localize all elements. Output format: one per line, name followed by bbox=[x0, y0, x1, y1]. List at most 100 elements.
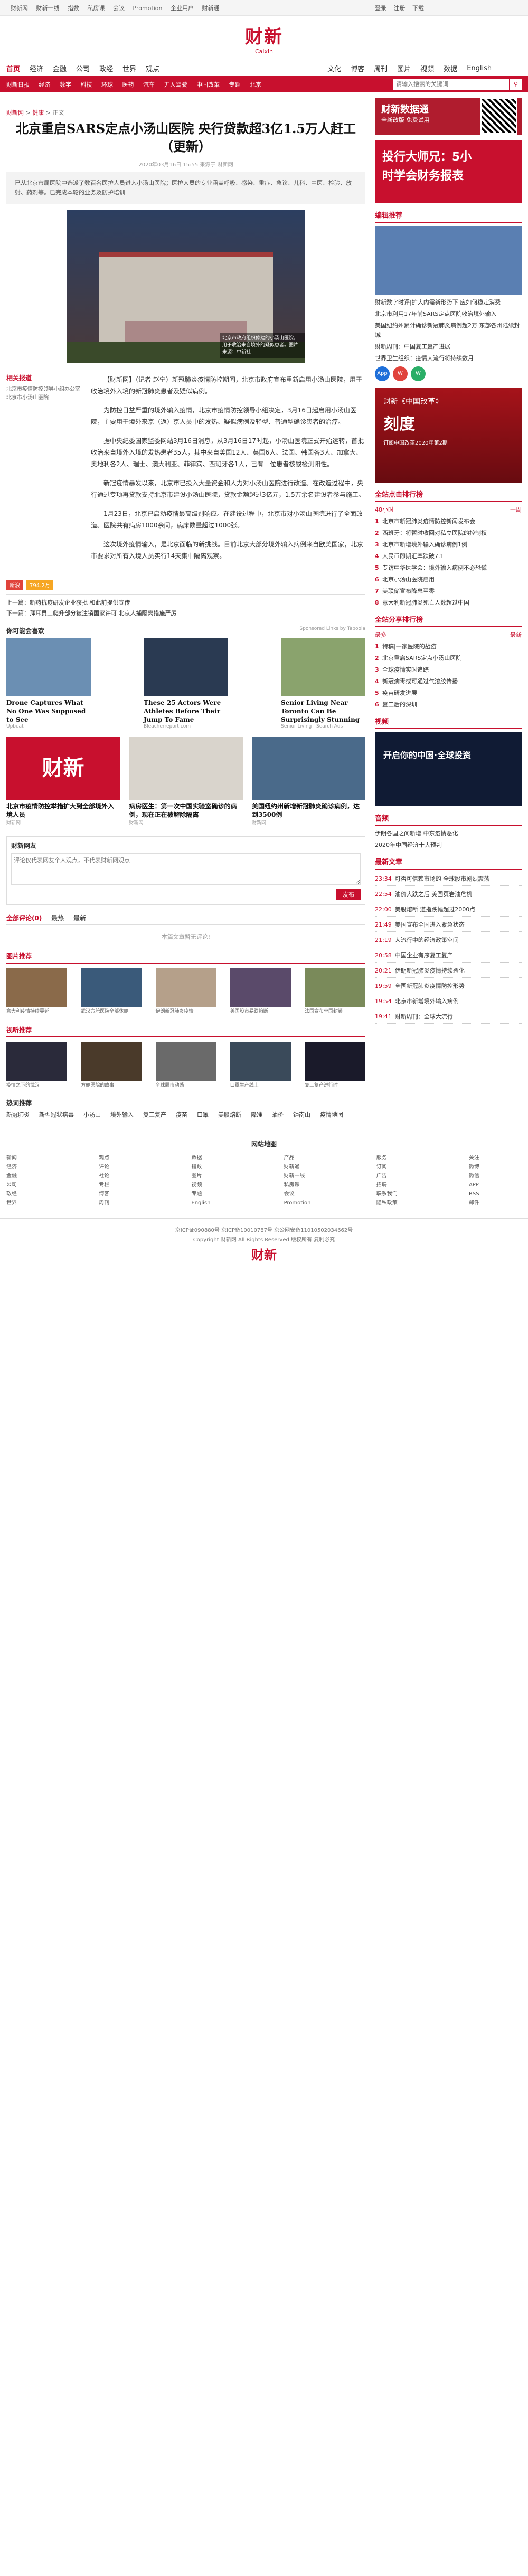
app-icon[interactable]: App bbox=[375, 366, 390, 381]
sponsored-card[interactable]: Drone Captures What No One Was Supposed … bbox=[6, 638, 91, 729]
keyword-link[interactable]: 新型冠状病毒 bbox=[39, 1110, 74, 1119]
subnav-driverless[interactable]: 无人驾驶 bbox=[164, 81, 187, 88]
top-link-index[interactable]: 指数 bbox=[68, 5, 79, 12]
top-link-class[interactable]: 私房课 bbox=[88, 5, 105, 12]
tab-hot-comments[interactable]: 最热 bbox=[51, 914, 64, 922]
nav-companies[interactable]: 公司 bbox=[76, 63, 90, 73]
next-article-link[interactable]: 下一篇：拜耳员工爬升部分被注销国家许可 北京人捕隔离措施严厉 bbox=[6, 608, 365, 619]
keyword-link[interactable]: 美股熔断 bbox=[218, 1110, 241, 1119]
ranking-item[interactable]: 6 北京小汤山医院启用 bbox=[375, 575, 522, 584]
latest-item[interactable]: 19:54 北京市新增境外输入病例 bbox=[375, 995, 522, 1008]
search-icon[interactable]: ⚲ bbox=[510, 79, 522, 90]
sponsored-card[interactable]: These 25 Actors Were Athletes Before The… bbox=[144, 638, 228, 729]
gallery-item[interactable]: 伊朗新冠肺炎疫情 bbox=[155, 968, 216, 1015]
video-item[interactable]: 全球股市动荡 bbox=[155, 1042, 216, 1089]
ad-caixin-data[interactable]: 财新数据通 全新改版 免费试用 bbox=[375, 98, 522, 135]
subnav-economy[interactable]: 经济 bbox=[39, 81, 51, 88]
keyword-link[interactable]: 疫苗 bbox=[176, 1110, 187, 1119]
nav-data[interactable]: 数据 bbox=[444, 63, 457, 73]
ranking-item[interactable]: 4 人民币即期汇率跌破7.1 bbox=[375, 552, 522, 561]
nav-politics[interactable]: 政经 bbox=[99, 63, 113, 73]
latest-item[interactable]: 21:19 大流行中的经济政策空间 bbox=[375, 934, 522, 947]
latest-item[interactable]: 19:41 财新周刊：全球大流行 bbox=[375, 1011, 522, 1024]
share-rank-item[interactable]: 6 复工后的深圳 bbox=[375, 700, 522, 710]
subnav-env[interactable]: 环球 bbox=[101, 81, 113, 88]
ranking-item[interactable]: 5 专访中华医学会：境外输入病例不必恐慌 bbox=[375, 563, 522, 573]
search-input[interactable] bbox=[393, 79, 509, 90]
login-link[interactable]: 登录 bbox=[375, 5, 386, 12]
keyword-link[interactable]: 钟南山 bbox=[293, 1110, 310, 1119]
subnav-topics[interactable]: 专题 bbox=[229, 81, 241, 88]
ranking-item[interactable]: 1 北京市新冠肺炎疫情防控新闻发布会 bbox=[375, 517, 522, 526]
subnav-reform[interactable]: 中国改革 bbox=[196, 81, 220, 88]
top-link-yixian[interactable]: 财新一线 bbox=[36, 5, 60, 12]
video-player[interactable]: 开启你的中国·全球投资 bbox=[375, 732, 522, 806]
latest-item[interactable]: 22:00 美股熔断 道指跌幅超过2000点 bbox=[375, 903, 522, 917]
register-link[interactable]: 注册 bbox=[394, 5, 406, 12]
prev-article-link[interactable]: 上一篇：新药抗疫研发企业获批 和此前提供宣传 bbox=[6, 598, 365, 608]
ranking-item[interactable]: 8 意大利新冠肺炎死亡人数超过中国 bbox=[375, 598, 522, 608]
keyword-link[interactable]: 境外输入 bbox=[110, 1110, 134, 1119]
gallery-item[interactable]: 武汉方舱医院全部休舱 bbox=[81, 968, 142, 1015]
editor-pick-item[interactable]: 财新数字时评|扩大内需新形势下 应如何稳定消费 bbox=[375, 298, 522, 307]
recommend-card[interactable]: 病房医生：第一次中国实验室确诊的病例，现在正在被解除隔离 财新网 bbox=[129, 737, 243, 826]
keyword-link[interactable]: 疫情地图 bbox=[320, 1110, 343, 1119]
top-link-caixin[interactable]: 财新网 bbox=[11, 5, 28, 12]
keyword-link[interactable]: 降准 bbox=[251, 1110, 262, 1119]
top-link-tong[interactable]: 财新通 bbox=[202, 5, 219, 12]
nav-economy[interactable]: 经济 bbox=[30, 63, 43, 73]
tab-new-comments[interactable]: 最新 bbox=[73, 914, 86, 922]
weibo-share-button[interactable]: 新浪 bbox=[6, 580, 23, 590]
latest-item[interactable]: 20:21 伊朗新冠肺炎疫情持续恶化 bbox=[375, 965, 522, 978]
gallery-item[interactable]: 意大利疫情持续蔓延 bbox=[6, 968, 67, 1015]
latest-item[interactable]: 21:49 美国宣布全国进入紧急状态 bbox=[375, 919, 522, 932]
share-rank-item[interactable]: 3 全球疫情实时追踪 bbox=[375, 665, 522, 675]
nav-world[interactable]: 世界 bbox=[122, 63, 136, 73]
recommend-card[interactable]: 财新 北京市疫情防控举措扩大到全部境外入境人员 财新网 bbox=[6, 737, 120, 826]
latest-item[interactable]: 19:59 全国新冠肺炎疫情防控形势 bbox=[375, 980, 522, 993]
editor-pick-item[interactable]: 北京市利用17年前SARS定点医院收治境外输入 bbox=[375, 309, 522, 319]
keyword-link[interactable]: 口罩 bbox=[197, 1110, 209, 1119]
audio-item[interactable]: 伊朗各国之间新增 中东疫情恶化 bbox=[375, 829, 522, 838]
tab-newest[interactable]: 最新 bbox=[510, 630, 522, 639]
sponsored-card[interactable]: Senior Living Near Toronto Can Be Surpri… bbox=[281, 638, 365, 729]
ranking-item[interactable]: 2 西班牙：将暂时收回对私立医院的控制权 bbox=[375, 529, 522, 538]
footer-logo[interactable]: 财新 bbox=[6, 1249, 522, 1261]
editor-pick-item[interactable]: 世界卫生组织：疫情大流行将持续数月 bbox=[375, 354, 522, 363]
editor-pick-item[interactable]: 财新周刊：中国复工复产进展 bbox=[375, 342, 522, 352]
nav-home[interactable]: 首页 bbox=[6, 63, 20, 73]
latest-item[interactable]: 22:54 油价大跌之后 美国页岩油危机 bbox=[375, 888, 522, 901]
nav-video[interactable]: 视频 bbox=[420, 63, 434, 73]
video-item[interactable]: 疫情之下的武汉 bbox=[6, 1042, 67, 1089]
recommend-card[interactable]: 美国纽约州新增新冠肺炎确诊病例，达到3500例 财新网 bbox=[252, 737, 365, 826]
subnav-medical[interactable]: 医药 bbox=[122, 81, 134, 88]
top-link-enterprise[interactable]: 企业用户 bbox=[171, 5, 194, 12]
tab-most[interactable]: 最多 bbox=[375, 630, 386, 639]
keyword-link[interactable]: 小汤山 bbox=[83, 1110, 101, 1119]
nav-culture[interactable]: 文化 bbox=[327, 63, 341, 73]
download-link[interactable]: 下载 bbox=[412, 5, 424, 12]
top-link-meeting[interactable]: 会议 bbox=[113, 5, 125, 12]
nav-finance[interactable]: 金融 bbox=[53, 63, 67, 73]
keyword-link[interactable]: 新冠肺炎 bbox=[6, 1110, 30, 1119]
share-rank-item[interactable]: 2 北京重启SARS定点小汤山医院 bbox=[375, 654, 522, 663]
subnav-daily[interactable]: 财新日报 bbox=[6, 81, 30, 88]
weibo-icon[interactable]: W bbox=[393, 366, 408, 381]
subnav-digital[interactable]: 数字 bbox=[60, 81, 71, 88]
share-rank-item[interactable]: 5 疫苗研发进展 bbox=[375, 688, 522, 698]
ranking-item[interactable]: 7 美联储宣布降息至零 bbox=[375, 587, 522, 596]
nav-opinion[interactable]: 观点 bbox=[146, 63, 159, 73]
caixin-logo[interactable]: 财新 Caixin bbox=[245, 22, 283, 55]
keyword-link[interactable]: 复工复产 bbox=[143, 1110, 166, 1119]
video-item[interactable]: 口罩生产线上 bbox=[230, 1042, 291, 1089]
nav-photos[interactable]: 图片 bbox=[397, 63, 411, 73]
subnav-beijing[interactable]: 北京 bbox=[250, 81, 261, 88]
latest-item[interactable]: 23:34 可否可信赖市场的 全球股市剧烈震荡 bbox=[375, 873, 522, 886]
nav-weekly[interactable]: 周刊 bbox=[374, 63, 388, 73]
breadcrumb-home[interactable]: 财新网 bbox=[6, 109, 24, 116]
gallery-item[interactable]: 美国股市暴跌熔断 bbox=[230, 968, 291, 1015]
taboola-label[interactable]: Sponsored Links by Taboola bbox=[299, 626, 365, 635]
top-link-promotion[interactable]: Promotion bbox=[133, 5, 163, 12]
latest-item[interactable]: 20:58 中国企业有序复工复产 bbox=[375, 949, 522, 963]
subnav-tech[interactable]: 科技 bbox=[81, 81, 92, 88]
